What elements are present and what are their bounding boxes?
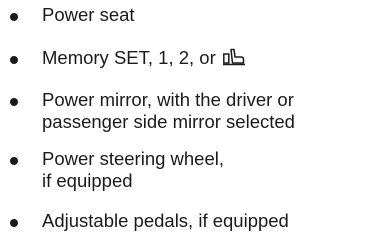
list-item-text: Power steering wheel,: [42, 148, 225, 169]
list-item-text: passenger side mirror selected: [42, 111, 295, 132]
driver-seat-icon: [222, 48, 245, 71]
list-item-text: Memory SET, 1, 2, or: [42, 47, 221, 68]
bullet-icon: [10, 98, 18, 106]
list-item-text: if equipped: [42, 170, 133, 191]
bullet-icon: [10, 157, 18, 165]
bullet-icon: [10, 13, 18, 21]
list-item-text: Adjustable pedals, if equipped: [42, 210, 289, 231]
bullet-icon: [10, 219, 18, 227]
bullet-icon: [10, 56, 18, 64]
list-item-text: Power seat: [42, 4, 135, 25]
list-item-text: Power mirror, with the driver or: [42, 89, 294, 110]
